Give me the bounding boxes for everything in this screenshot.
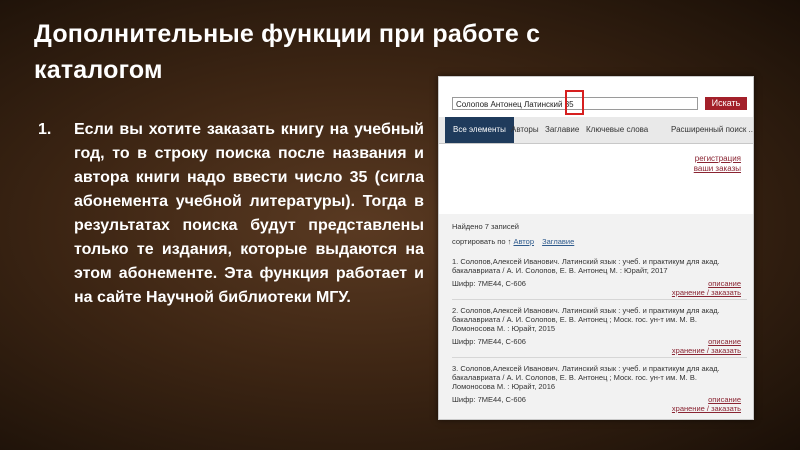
order-link[interactable]: хранение / заказать: [672, 404, 741, 413]
record-divider: [452, 299, 747, 300]
sort-line: сортировать по ↑ Автор Заглавие: [452, 237, 574, 246]
result-record: 3. Солопов,Алексей Иванович. Латинский я…: [452, 364, 747, 413]
order-link[interactable]: хранение / заказать: [672, 346, 741, 355]
tab-authors[interactable]: Авторы: [511, 125, 539, 134]
sort-arrow-icon: ↑: [507, 237, 512, 246]
search-tabs: Все элементы Авторы Заглавие Ключевые сл…: [439, 117, 753, 144]
record-divider: [452, 357, 747, 358]
description-link[interactable]: описание: [708, 279, 741, 288]
search-button[interactable]: Искать: [705, 97, 747, 110]
sort-label: сортировать по: [452, 237, 506, 246]
highlight-box-35: [565, 90, 584, 115]
sort-by-title-link[interactable]: Заглавие: [542, 237, 574, 246]
tab-title[interactable]: Заглавие: [545, 125, 579, 134]
catalog-screenshot: Солопов Антонец Латинский 35 Искать Все …: [438, 76, 754, 420]
record-text: 1. Солопов,Алексей Иванович. Латинский я…: [452, 257, 720, 275]
record-shelf: Шифр: 7МЕ44, С-606: [452, 337, 526, 346]
record-shelf: Шифр: 7МЕ44, С-606: [452, 279, 526, 288]
order-link[interactable]: хранение / заказать: [672, 288, 741, 297]
sort-by-author-link[interactable]: Автор: [513, 237, 534, 246]
results-count: Найдено 7 записей: [452, 222, 519, 231]
description-link[interactable]: описание: [708, 395, 741, 404]
tab-all-elements[interactable]: Все элементы: [445, 117, 514, 143]
results-panel: Найдено 7 записей сортировать по ↑ Автор…: [439, 214, 753, 419]
registration-link[interactable]: регистрация: [695, 154, 741, 163]
description-link[interactable]: описание: [708, 337, 741, 346]
record-text: 3. Солопов,Алексей Иванович. Латинский я…: [452, 364, 720, 391]
search-bar: Солопов Антонец Латинский 35 Искать: [439, 77, 753, 115]
instruction-paragraph: Если вы хотите заказать книгу на учебный…: [74, 121, 424, 306]
my-orders-link[interactable]: ваши заказы: [694, 164, 741, 173]
user-links: регистрация ваши заказы: [439, 144, 753, 194]
tab-advanced-search[interactable]: Расширенный поиск ...: [671, 125, 753, 134]
result-record: 1. Солопов,Алексей Иванович. Латинский я…: [452, 257, 747, 297]
record-shelf: Шифр: 7МЕ44, С-606: [452, 395, 526, 404]
result-record: 2. Солопов,Алексей Иванович. Латинский я…: [452, 306, 747, 355]
list-number: 1.: [38, 121, 52, 138]
tab-keywords[interactable]: Ключевые слова: [586, 125, 648, 134]
record-text: 2. Солопов,Алексей Иванович. Латинский я…: [452, 306, 720, 333]
